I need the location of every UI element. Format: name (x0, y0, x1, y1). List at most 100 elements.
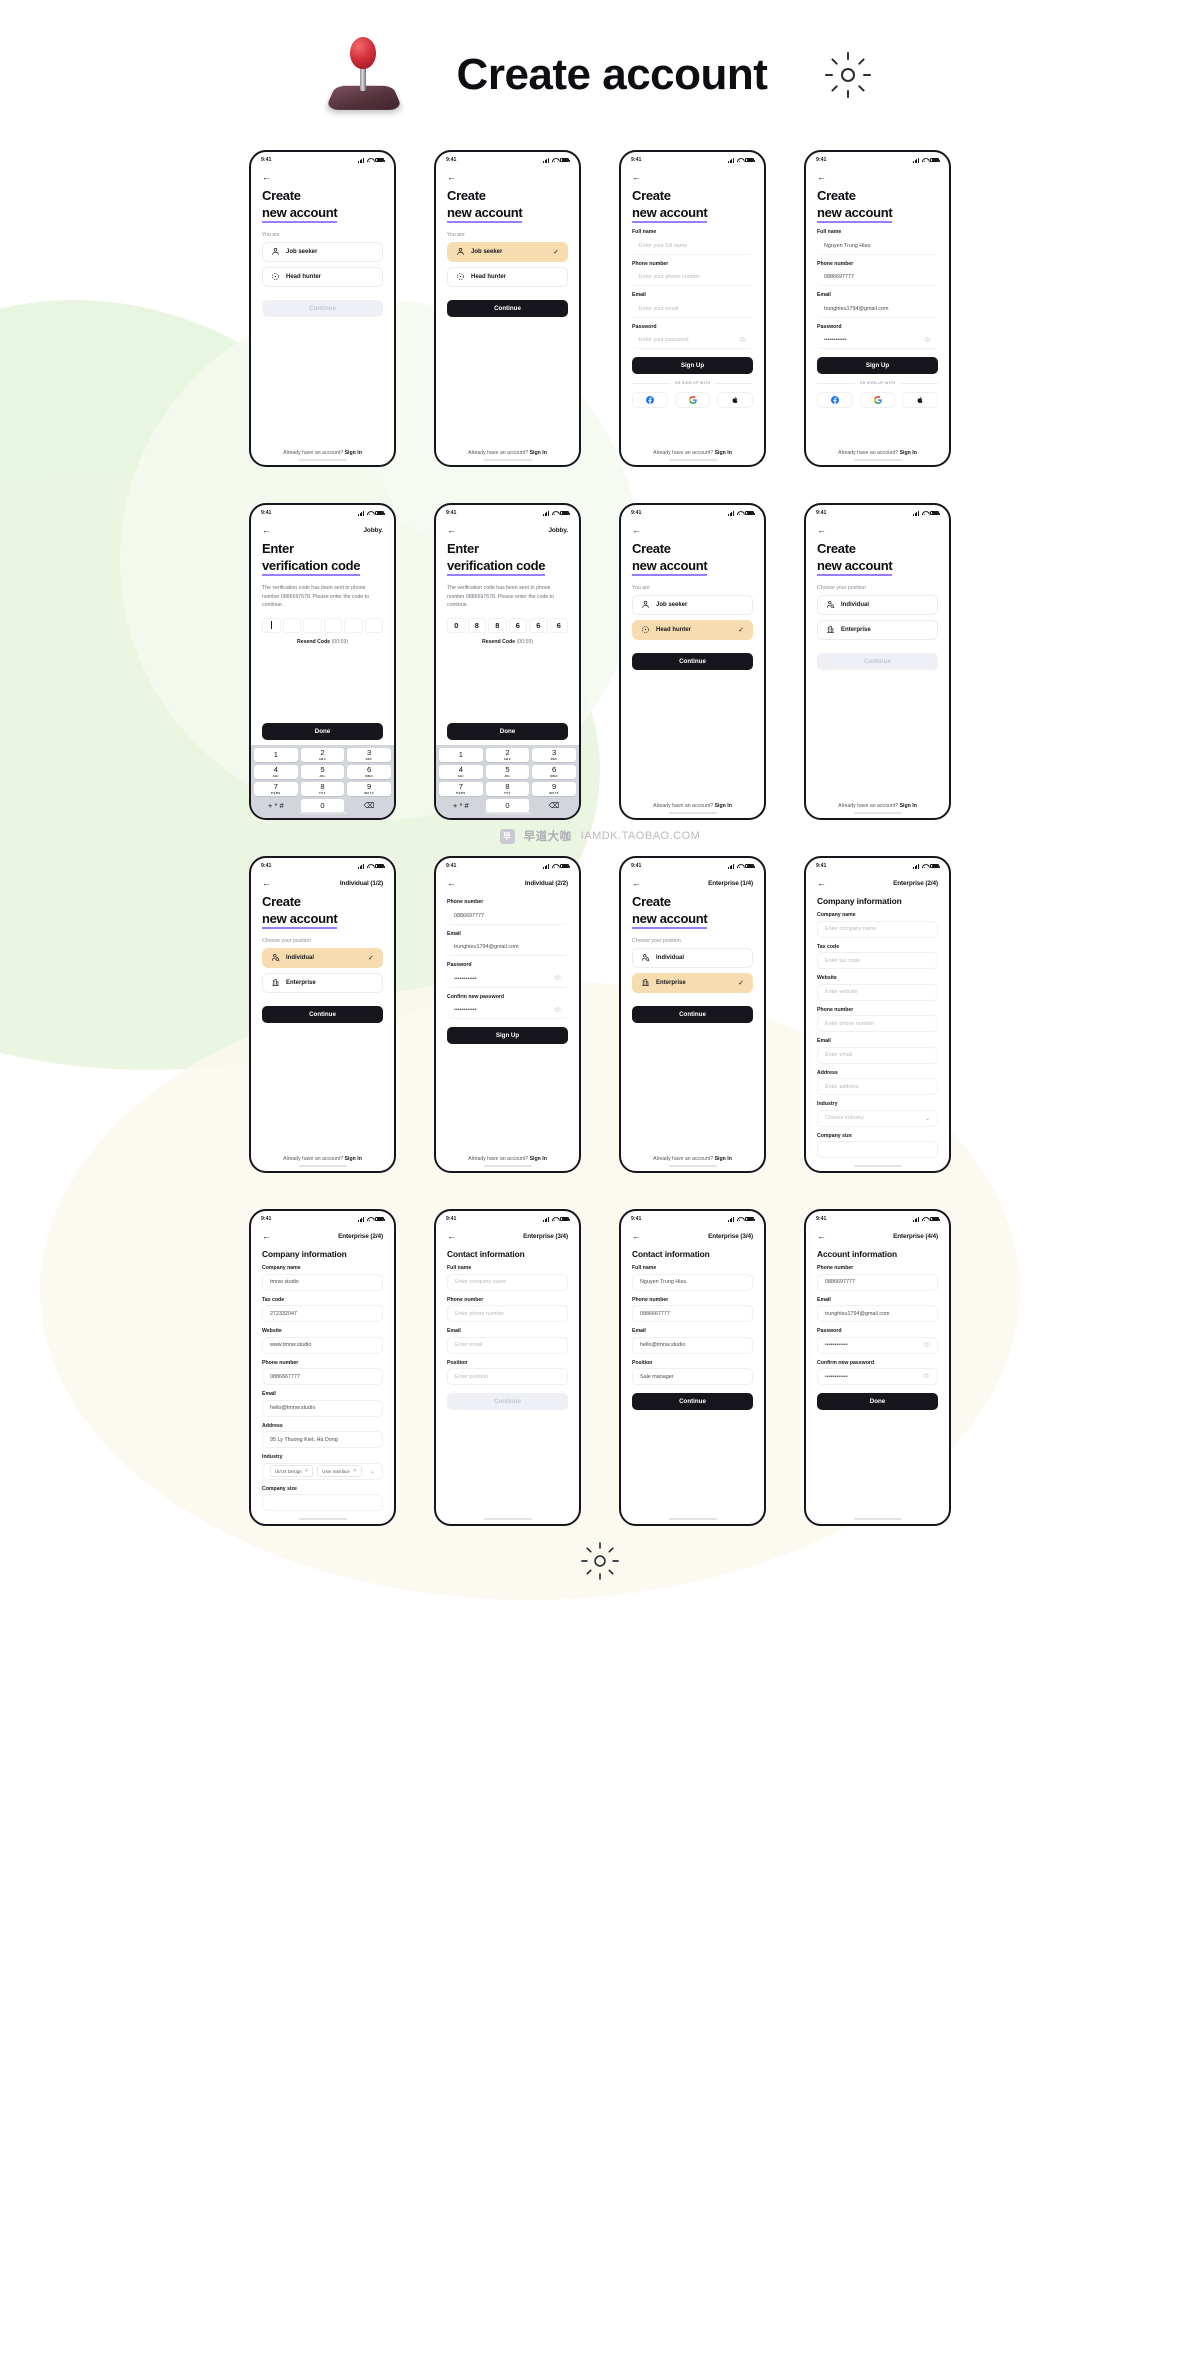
input-full-name[interactable]: Enter your full name (632, 237, 753, 255)
sign-in-link[interactable]: Sign In (345, 1156, 362, 1162)
input-full-name[interactable]: Enter company name (447, 1273, 568, 1291)
back-arrow-icon[interactable]: ← (447, 172, 456, 182)
social-button-facebook[interactable] (817, 392, 853, 409)
key-3[interactable]: 3 DEF (347, 748, 391, 762)
input-confirm-new-password[interactable]: •••••••••••• (447, 1002, 568, 1019)
code-cell[interactable] (303, 617, 322, 633)
code-cell[interactable]: 8 (467, 617, 486, 633)
sign-in-footer[interactable]: Already have an account? Sign In (817, 450, 938, 465)
sign-in-link[interactable]: Sign In (715, 450, 732, 456)
option-individual[interactable]: Individual ✓ (262, 948, 383, 969)
back-arrow-icon[interactable]: ← (817, 525, 826, 535)
input-email[interactable]: trunghieu1794@gmail.com (817, 300, 938, 318)
eye-icon[interactable] (739, 336, 746, 345)
sign-in-footer[interactable]: Already have an account? Sign In (632, 1156, 753, 1171)
code-cell[interactable] (323, 617, 342, 633)
eye-icon[interactable] (554, 1006, 561, 1015)
key-6[interactable]: 6 MNO (347, 765, 391, 779)
back-arrow-icon[interactable]: ← (817, 172, 826, 182)
key-8[interactable]: 8 TUV (485, 782, 530, 796)
chevron-down-icon[interactable]: ⌄ (370, 1468, 375, 1475)
input-position[interactable]: Enter position (447, 1368, 568, 1385)
close-icon[interactable]: ✕ (305, 1468, 309, 1474)
key-8[interactable]: 8 TUV (300, 782, 345, 796)
key-1[interactable]: 1 (254, 748, 298, 762)
input-tax-code[interactable]: 272332047 (262, 1305, 383, 1322)
input-phone-number[interactable]: Enter phone number (447, 1305, 568, 1322)
input-phone-number[interactable]: 0886697777 (817, 269, 938, 287)
option-individual[interactable]: Individual (632, 948, 753, 969)
input-full-name[interactable]: Nguyen Trung Hieu (817, 237, 938, 255)
numeric-keypad[interactable]: 1 2 ABC 3 DEF 4 GHI 5 JKL 6 MNO 7 PQRS 8… (251, 745, 394, 818)
input-phone-number[interactable]: Enter phone number (817, 1015, 938, 1032)
back-arrow-icon[interactable]: ← (262, 172, 271, 182)
code-cell[interactable] (344, 617, 363, 633)
tag-item[interactable]: User Interface ✕ (317, 1465, 362, 1477)
code-cell[interactable]: 6 (529, 617, 548, 633)
key-7[interactable]: 7 PQRS (439, 782, 483, 796)
option-job-seeker[interactable]: Job seeker (262, 242, 383, 263)
key-5[interactable]: 5 JKL (300, 765, 345, 779)
option-job-seeker[interactable]: Job seeker (632, 595, 753, 616)
sign-in-footer[interactable]: Already have an account? Sign In (262, 450, 383, 465)
sign-up-button[interactable]: Sign Up (817, 357, 938, 375)
input-phone-number[interactable]: 0886697777 (817, 1273, 938, 1291)
sign-in-link[interactable]: Sign In (530, 450, 547, 456)
social-button-apple[interactable] (902, 392, 939, 409)
sign-in-footer[interactable]: Already have an account? Sign In (632, 803, 753, 818)
back-arrow-icon[interactable]: ← (262, 525, 271, 535)
option-head-hunter[interactable]: Head hunter ✓ (632, 620, 753, 641)
social-button-apple[interactable] (717, 392, 754, 409)
sign-in-link[interactable]: Sign In (900, 450, 917, 456)
code-cell[interactable] (262, 617, 281, 633)
input-email[interactable]: Enter your email (632, 300, 753, 318)
key-⌫[interactable]: ⌫ (532, 799, 576, 813)
eye-icon[interactable] (924, 336, 931, 345)
continue-button[interactable]: Continue (817, 653, 938, 671)
option-enterprise[interactable]: Enterprise ✓ (632, 973, 753, 994)
input-confirm-new-password[interactable]: •••••••••••• (817, 1368, 938, 1385)
key-+*#[interactable]: + * # (254, 799, 298, 813)
input-phone-number[interactable]: Enter your phone number (632, 269, 753, 287)
sign-in-link[interactable]: Sign In (345, 450, 362, 456)
input-password[interactable]: •••••••••••• (817, 332, 938, 350)
input-password[interactable]: •••••••••••• (447, 970, 568, 988)
resend-code[interactable]: Resend Code (00:59) (447, 639, 568, 645)
code-input-row[interactable] (262, 617, 383, 633)
input-email[interactable]: Enter email (817, 1046, 938, 1064)
done-button[interactable]: Done (262, 723, 383, 740)
back-arrow-icon[interactable]: ← (817, 878, 826, 888)
chevron-down-icon[interactable]: ⌄ (925, 1115, 930, 1122)
key-6[interactable]: 6 MNO (532, 765, 576, 779)
back-arrow-icon[interactable]: ← (262, 1231, 271, 1241)
option-enterprise[interactable]: Enterprise (262, 973, 383, 994)
continue-button[interactable]: Continue (632, 653, 753, 671)
key-3[interactable]: 3 DEF (532, 748, 576, 762)
code-cell[interactable]: 8 (488, 617, 507, 633)
done-button[interactable]: Done (447, 723, 568, 740)
key-+*#[interactable]: + * # (439, 799, 483, 813)
sign-in-link[interactable]: Sign In (715, 803, 732, 809)
input-password[interactable]: •••••••••••• (817, 1336, 938, 1354)
input-phone-number[interactable]: 0886667777 (632, 1305, 753, 1322)
back-arrow-icon[interactable]: ← (632, 172, 641, 182)
input-address[interactable]: 95 Ly Thuong Kiet, Ha Dong (262, 1431, 383, 1448)
key-2[interactable]: 2 ABC (300, 748, 345, 762)
input-industry[interactable]: Choose industry ⌄ (817, 1109, 938, 1127)
key-1[interactable]: 1 (439, 748, 483, 762)
back-arrow-icon[interactable]: ← (632, 1231, 641, 1241)
option-job-seeker[interactable]: Job seeker ✓ (447, 242, 568, 263)
code-cell[interactable]: 6 (508, 617, 527, 633)
input-website[interactable]: Enter website (817, 983, 938, 1001)
code-cell[interactable]: 6 (549, 617, 568, 633)
eye-icon[interactable] (554, 974, 561, 983)
sign-up-button[interactable]: Sign Up (447, 1027, 568, 1044)
continue-button[interactable]: Continue (447, 1393, 568, 1410)
social-button-google[interactable] (674, 392, 711, 409)
back-arrow-icon[interactable]: ← (447, 878, 456, 888)
input-full-name[interactable]: Nguyen Trung Hieu (632, 1273, 753, 1291)
eye-icon[interactable] (923, 1341, 930, 1350)
code-cell[interactable]: 0 (447, 617, 466, 633)
continue-button[interactable]: Continue (262, 1006, 383, 1024)
back-arrow-icon[interactable]: ← (447, 1231, 456, 1241)
